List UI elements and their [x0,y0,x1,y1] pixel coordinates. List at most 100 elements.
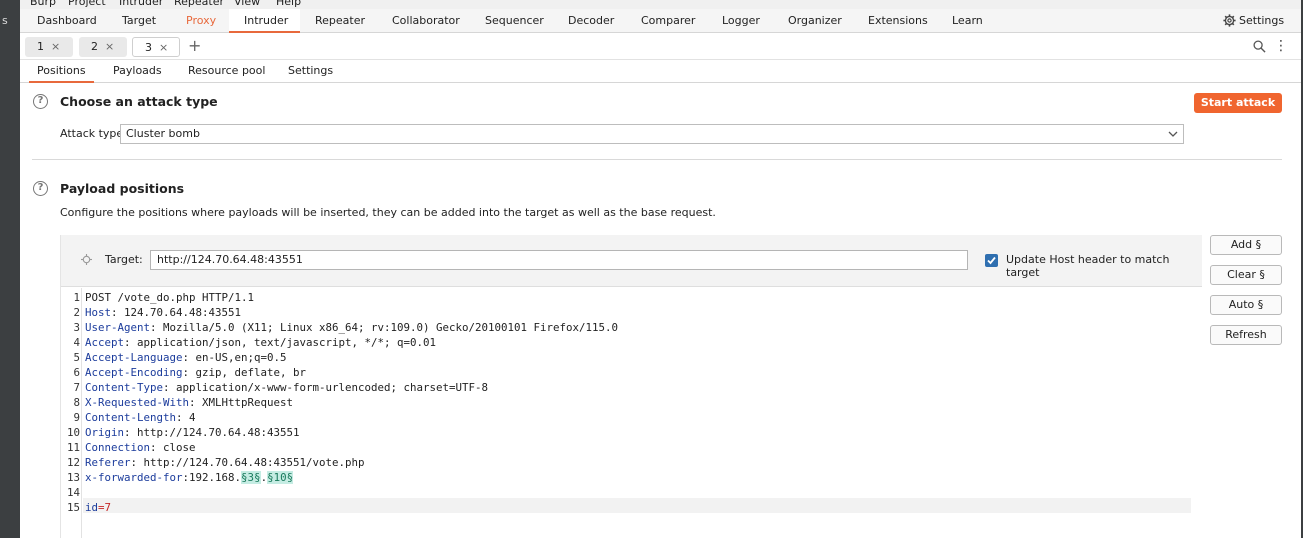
tab-extensions[interactable]: Extensions [868,9,928,33]
line-number: 14 [66,486,80,499]
payload-marker-2: §10§ [267,471,294,484]
intruder-tab-label: 1 [37,40,44,53]
refresh-button[interactable]: Refresh [1210,325,1282,345]
target-label: Target: [105,253,143,266]
settings-label: Settings [1239,14,1285,27]
header-name: Referer [85,456,131,469]
header-value: 192.168. [189,471,242,484]
line-number: 8 [73,396,80,409]
tab-comparer[interactable]: Comparer [641,9,695,33]
request-line-text: POST /vote_do.php HTTP/1.1 [85,291,255,304]
payload-positions-panel: Target: http://124.70.64.48:43551 Update… [60,235,1202,538]
intruder-tab-1[interactable]: 1 × [25,37,73,57]
target-url-input[interactable]: http://124.70.64.48:43551 [150,250,968,270]
line-number: 4 [73,336,80,349]
header-name: Host [85,306,112,319]
body-param-value: 7 [104,501,112,514]
menu-project[interactable]: Project [68,0,106,8]
auto-markers-button[interactable]: Auto § [1210,295,1282,315]
intruder-tab-3[interactable]: 3 × [132,37,180,57]
line-number: 9 [73,411,80,424]
add-marker-button[interactable]: Add § [1210,235,1282,255]
line-number: 3 [73,321,80,334]
menu-view[interactable]: View [234,0,260,8]
request-line: x-forwarded-for:192.168.§3§.§10§ [85,471,294,484]
request-line: Accept: application/json, text/javascrip… [85,336,436,349]
menu-intruder[interactable]: Intruder [119,0,163,8]
header-colon: : [130,456,144,469]
request-line: Origin: http://124.70.64.48:43551 [85,426,300,439]
update-host-label: Update Host header to match target [1006,253,1170,279]
help-icon[interactable]: ? [33,181,48,196]
line-number: 10 [66,426,80,439]
request-line: Host: 124.70.64.48:43551 [85,306,241,319]
tab-resource-pool[interactable]: Resource pool [188,61,265,83]
line-number: 11 [66,441,80,454]
tab-settings[interactable]: Settings [288,61,333,83]
close-icon[interactable]: × [159,38,168,58]
line-number: 15 [66,501,80,514]
line-number: 1 [73,291,80,304]
tab-collaborator[interactable]: Collaborator [392,9,460,33]
request-line: Content-Type: application/x-www-form-url… [85,381,488,394]
clear-markers-button[interactable]: Clear § [1210,265,1282,285]
tab-repeater[interactable]: Repeater [315,9,365,33]
header-value: Mozilla/5.0 (X11; Linux x86_64; rv:109.0… [163,321,619,334]
header-value: 4 [189,411,196,424]
gear-icon [1223,14,1236,27]
header-colon: : [182,351,196,364]
settings-button[interactable]: Settings [1223,9,1284,33]
line-number: 6 [73,366,80,379]
help-icon[interactable]: ? [33,94,48,109]
tab-target[interactable]: Target [122,9,156,33]
edge-mark: s [2,14,8,27]
tab-learn[interactable]: Learn [952,9,983,33]
request-line: id=7 [85,501,111,514]
header-value: 124.70.64.48:43551 [124,306,242,319]
attack-type-select[interactable]: Cluster bomb [120,124,1184,144]
intruder-tab-2[interactable]: 2 × [79,37,127,57]
body-param-name: id [85,501,99,514]
header-value: gzip, deflate, br [195,366,307,379]
payload-positions-description: Configure the positions where payloads w… [60,206,716,219]
header-colon: : [150,321,164,334]
update-host-checkbox[interactable] [985,254,998,267]
header-name: Connection [85,441,151,454]
tab-decoder[interactable]: Decoder [568,9,614,33]
tab-dashboard[interactable]: Dashboard [37,9,97,33]
menu-help[interactable]: Help [276,0,301,8]
payload-marker-1: §3§ [241,471,261,484]
request-line: User-Agent: Mozilla/5.0 (X11; Linux x86_… [85,321,618,334]
burp-main-window: Dashboard Target Proxy Intruder Repeater… [20,9,1301,538]
top-tab-bar: Dashboard Target Proxy Intruder Repeater… [20,9,1301,33]
line-number: 5 [73,351,80,364]
tab-intruder[interactable]: Intruder [244,9,288,33]
header-value: application/x-www-form-urlencoded; chars… [176,381,489,394]
left-window-edge: s [0,0,20,538]
header-value: http://124.70.64.48:43551 [137,426,300,439]
menu-burp[interactable]: Burp [30,0,56,8]
header-colon: : [124,336,138,349]
tab-proxy[interactable]: Proxy [186,9,216,33]
tab-sequencer[interactable]: Sequencer [485,9,544,33]
close-icon[interactable]: × [51,37,60,57]
tab-organizer[interactable]: Organizer [788,9,842,33]
more-options-icon[interactable]: ⋮ [1274,39,1288,53]
add-tab-icon[interactable]: + [188,36,201,55]
start-attack-button[interactable]: Start attack [1194,93,1282,113]
header-name: x-forwarded-for [85,471,183,484]
header-value: en-US,en;q=0.5 [195,351,287,364]
request-editor[interactable]: 1 POST /vote_do.php HTTP/1.1 2 Host: 124.70… [61,288,1202,538]
tab-payloads[interactable]: Payloads [113,61,162,83]
menu-repeater[interactable]: Repeater [174,0,224,8]
request-line: Content-Length: 4 [85,411,196,424]
request-line: Referer: http://124.70.64.48:43551/vote.… [85,456,365,469]
close-icon[interactable]: × [105,37,114,57]
line-number: 7 [73,381,80,394]
intruder-tab-label: 2 [91,40,98,53]
search-icon[interactable] [1253,40,1266,53]
header-colon: : [176,411,190,424]
tab-positions[interactable]: Positions [29,61,94,83]
request-line: X-Requested-With: XMLHttpRequest [85,396,293,409]
tab-logger[interactable]: Logger [722,9,760,33]
